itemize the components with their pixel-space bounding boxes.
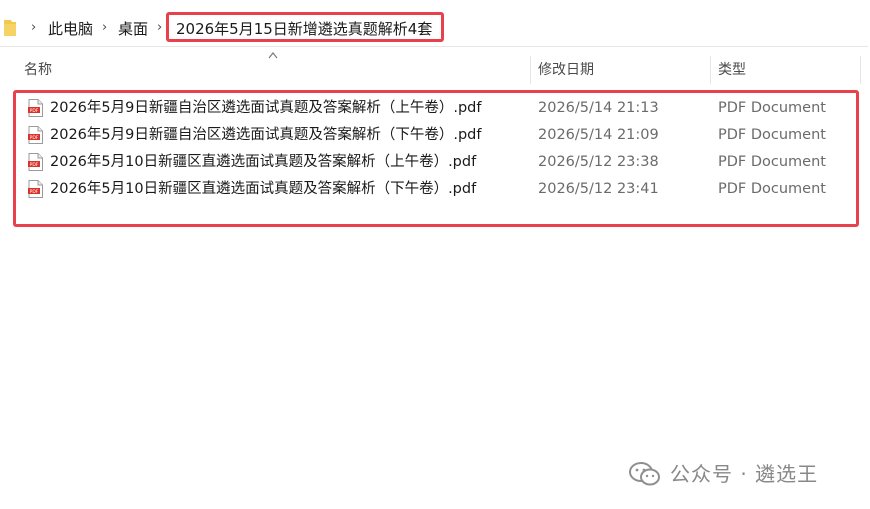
column-header-type[interactable]: 类型 bbox=[718, 58, 746, 82]
breadcrumb: › 此电脑 › 桌面 › 2026年5月15日新增遴选真题解析4套 bbox=[0, 12, 868, 47]
breadcrumb-item-this-pc[interactable]: 此电脑 bbox=[48, 19, 93, 39]
address-bar: › 此电脑 › 桌面 › 2026年5月15日新增遴选真题解析4套 bbox=[0, 0, 870, 58]
column-divider[interactable] bbox=[710, 56, 711, 84]
breadcrumb-item-current-folder[interactable]: 2026年5月15日新增遴选真题解析4套 bbox=[176, 19, 432, 39]
watermark-text: 公众号 · 遴选王 bbox=[670, 462, 819, 486]
column-divider[interactable] bbox=[860, 56, 861, 84]
sort-ascending-icon bbox=[268, 52, 278, 59]
column-header-modified[interactable]: 修改日期 bbox=[538, 58, 594, 82]
wechat-icon bbox=[629, 462, 660, 486]
column-divider[interactable] bbox=[530, 56, 531, 84]
folder-icon bbox=[4, 20, 16, 36]
highlight-box-file-list bbox=[13, 90, 859, 227]
breadcrumb-item-desktop[interactable]: 桌面 bbox=[118, 19, 148, 39]
chevron-right-icon[interactable]: › bbox=[102, 21, 112, 35]
column-header-name[interactable]: 名称 bbox=[24, 58, 52, 82]
chevron-right-icon[interactable]: › bbox=[31, 21, 41, 35]
